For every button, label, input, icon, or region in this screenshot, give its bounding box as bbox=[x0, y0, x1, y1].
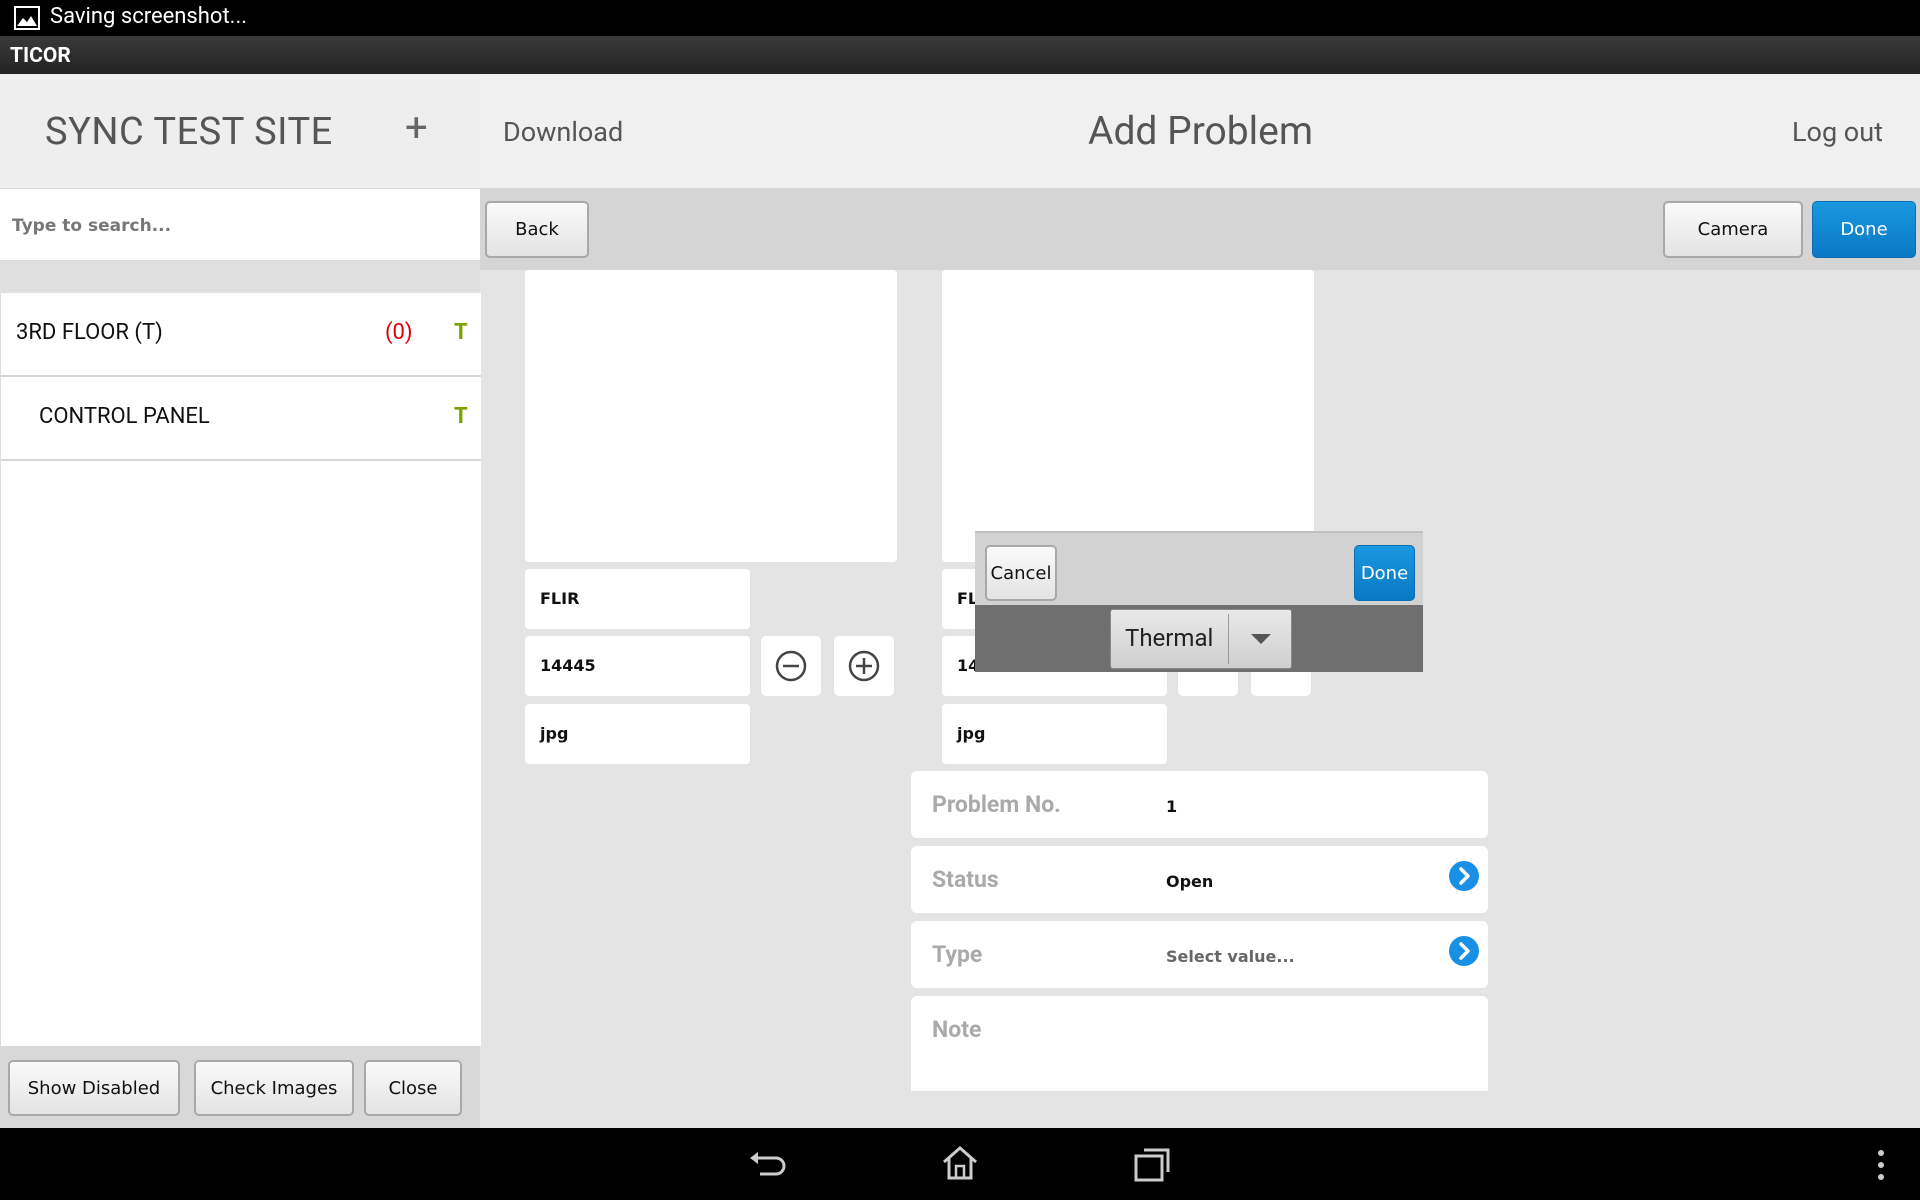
close-button[interactable]: Close bbox=[364, 1060, 462, 1116]
done-button[interactable]: Done bbox=[1812, 201, 1916, 258]
problem-count: (0) bbox=[385, 320, 413, 345]
type-label: Type bbox=[932, 941, 983, 968]
problem-no-row[interactable]: Problem No. 1 bbox=[911, 771, 1488, 838]
picker-done-button[interactable]: Done bbox=[1354, 545, 1415, 601]
add-site-button[interactable]: + bbox=[405, 104, 428, 151]
image-ext-field[interactable]: jpg bbox=[525, 704, 750, 764]
tree-item-label: CONTROL PANEL bbox=[39, 404, 210, 429]
main-header: Download Add Problem Log out bbox=[480, 74, 1920, 188]
tree-list: 3RD FLOOR (T) (0) T CONTROL PANEL T bbox=[0, 293, 481, 1046]
page-title: Add Problem bbox=[1088, 108, 1314, 154]
tree-item-control-panel[interactable]: CONTROL PANEL T bbox=[1, 377, 481, 461]
recent-apps-icon[interactable] bbox=[1134, 1146, 1172, 1182]
show-disabled-button[interactable]: Show Disabled bbox=[8, 1060, 180, 1116]
status-label: Status bbox=[932, 866, 999, 893]
type-picker-popup: Cancel Done Thermal bbox=[975, 531, 1423, 672]
image-number-field[interactable]: 14445 bbox=[525, 636, 750, 696]
picker-divider bbox=[1228, 614, 1229, 664]
image-preview-2[interactable] bbox=[942, 270, 1314, 562]
image-preview-1[interactable] bbox=[525, 270, 897, 562]
picker-body: Thermal bbox=[975, 605, 1423, 672]
problem-no-label: Problem No. bbox=[932, 791, 1061, 818]
minus-circle-icon bbox=[775, 650, 807, 682]
home-nav-icon[interactable] bbox=[940, 1144, 980, 1182]
app-title-bar: TICOR bbox=[0, 36, 1920, 74]
logout-link[interactable]: Log out bbox=[1792, 116, 1883, 148]
main-toolbar: Back Camera Done bbox=[480, 188, 1920, 270]
picker-toolbar: Cancel Done bbox=[975, 531, 1423, 607]
note-label: Note bbox=[932, 1016, 982, 1043]
chevron-right-icon[interactable] bbox=[1448, 935, 1480, 967]
picker-cancel-button[interactable]: Cancel bbox=[985, 545, 1057, 601]
tree-item-3rd-floor[interactable]: 3RD FLOOR (T) (0) T bbox=[1, 293, 481, 377]
sidebar-header: SYNC TEST SITE + bbox=[0, 74, 480, 188]
type-row[interactable]: Type Select value... bbox=[911, 921, 1488, 988]
decrement-button[interactable] bbox=[761, 636, 821, 696]
chevron-right-icon[interactable] bbox=[1448, 860, 1480, 892]
status-text: Saving screenshot... bbox=[50, 4, 248, 29]
download-link[interactable]: Download bbox=[503, 116, 623, 148]
tree-item-label: 3RD FLOOR (T) bbox=[16, 320, 163, 345]
picker-selected-value: Thermal bbox=[1125, 624, 1214, 652]
system-nav-bar bbox=[0, 1128, 1920, 1200]
image-icon bbox=[14, 6, 40, 30]
type-value: Select value... bbox=[1166, 947, 1295, 966]
search-input[interactable] bbox=[10, 207, 454, 245]
camera-button[interactable]: Camera bbox=[1663, 201, 1803, 258]
app-title: TICOR bbox=[10, 44, 71, 68]
sidebar-footer: Show Disabled Check Images Close bbox=[0, 1046, 480, 1128]
image-brand-field[interactable]: FLIR bbox=[525, 569, 750, 629]
search-container bbox=[0, 188, 480, 261]
dropdown-arrow-icon bbox=[1251, 634, 1271, 644]
picker-select[interactable]: Thermal bbox=[1110, 609, 1292, 669]
overflow-menu-icon[interactable] bbox=[1874, 1148, 1888, 1182]
back-nav-icon[interactable] bbox=[748, 1148, 788, 1182]
problem-no-value: 1 bbox=[1166, 797, 1178, 816]
increment-button[interactable] bbox=[834, 636, 894, 696]
back-button[interactable]: Back bbox=[485, 201, 589, 258]
image-ext-field-2[interactable]: jpg bbox=[942, 704, 1167, 764]
plus-circle-icon bbox=[848, 650, 880, 682]
site-title: SYNC TEST SITE bbox=[45, 110, 333, 154]
site-tree: 3RD FLOOR (T) (0) T CONTROL PANEL T bbox=[0, 261, 481, 1046]
thermal-flag: T bbox=[454, 320, 468, 345]
status-row[interactable]: Status Open bbox=[911, 846, 1488, 913]
status-value: Open bbox=[1166, 872, 1214, 891]
thermal-flag: T bbox=[454, 404, 468, 429]
check-images-button[interactable]: Check Images bbox=[194, 1060, 354, 1116]
note-row[interactable]: Note bbox=[911, 996, 1488, 1091]
status-bar: Saving screenshot... bbox=[0, 0, 1920, 36]
